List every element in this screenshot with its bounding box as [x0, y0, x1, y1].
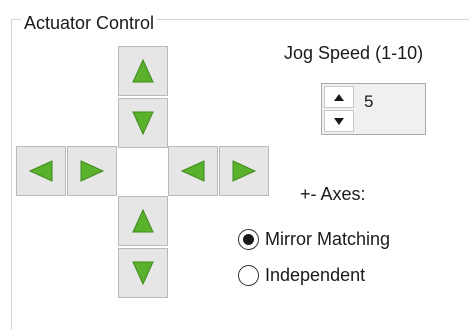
radio-mirror-label[interactable]: Mirror Matching: [265, 228, 390, 250]
radio-independent[interactable]: Independent: [238, 264, 365, 286]
arrow-up-icon: [132, 58, 154, 83]
jog-speed-value[interactable]: 5: [364, 92, 373, 112]
top-down-button[interactable]: [118, 98, 168, 148]
bottom-up-button[interactable]: [118, 196, 168, 246]
radio-button-unchecked[interactable]: [238, 264, 259, 286]
jog-speed-spinner[interactable]: 5: [321, 83, 426, 135]
jog-speed-label: Jog Speed (1-10): [284, 43, 424, 63]
arrow-left-icon: [28, 160, 53, 182]
arrow-down-icon: [132, 261, 154, 286]
caret-up-icon: [334, 93, 344, 101]
arrow-up-icon: [132, 208, 154, 233]
radio-independent-label[interactable]: Independent: [265, 264, 365, 286]
arrow-down-icon: [132, 111, 154, 136]
top-up-button[interactable]: [118, 46, 168, 96]
radio-mirror-matching[interactable]: Mirror Matching: [238, 228, 390, 250]
right-left-button[interactable]: [168, 146, 218, 196]
arrow-right-icon: [80, 160, 105, 182]
caret-down-icon: [334, 117, 344, 125]
right-right-button[interactable]: [219, 146, 269, 196]
left-left-button[interactable]: [16, 146, 66, 196]
spin-up-button[interactable]: [324, 86, 354, 108]
center-gap: [117, 157, 169, 189]
spin-down-button[interactable]: [324, 110, 354, 132]
arrow-right-icon: [232, 160, 257, 182]
bottom-down-button[interactable]: [118, 248, 168, 298]
radio-button-checked[interactable]: [238, 228, 259, 250]
arrow-left-icon: [180, 160, 205, 182]
radio-dot: [243, 233, 254, 245]
axes-label: +- Axes:: [300, 184, 366, 204]
group-title: Actuator Control: [21, 12, 158, 34]
left-right-button[interactable]: [67, 146, 117, 196]
